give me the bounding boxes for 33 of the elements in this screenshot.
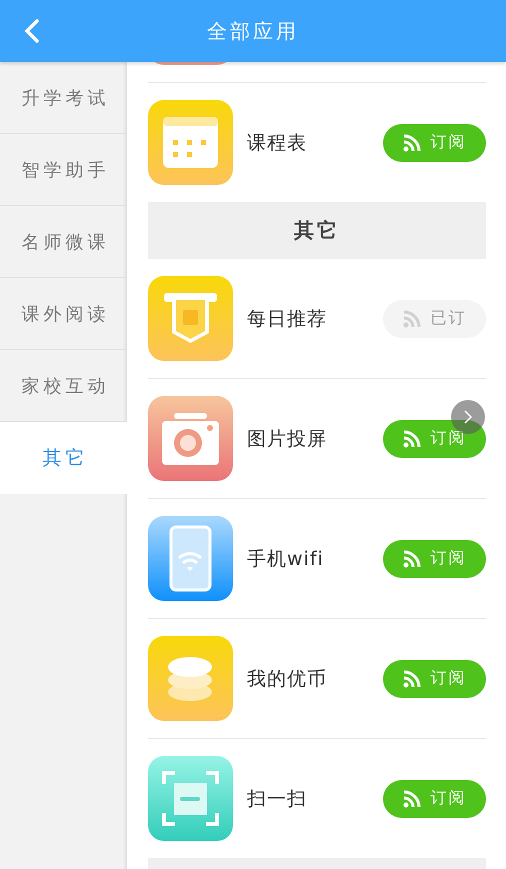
subscribe-button[interactable]: 订阅: [383, 420, 486, 458]
app-name: 课程表: [247, 130, 308, 156]
app-name: 我的优币: [247, 666, 328, 692]
rss-icon: [402, 790, 420, 808]
subscribe-button[interactable]: 订阅: [383, 540, 486, 578]
section-title: 其它: [294, 217, 340, 244]
rss-icon: [402, 134, 420, 152]
subscribe-button[interactable]: 订阅: [383, 124, 486, 162]
subscribe-button[interactable]: 订阅: [383, 780, 486, 818]
rss-icon: [402, 670, 420, 688]
app-name: 每日推荐: [247, 306, 328, 332]
phone-wifi-icon: [148, 516, 233, 601]
rss-icon: [402, 310, 420, 328]
ticket-icon: [148, 276, 233, 361]
app-name: 手机wifi: [247, 546, 325, 572]
camera-icon: [148, 396, 233, 481]
chevron-right-icon: [463, 409, 473, 425]
subscribe-button[interactable]: 已订: [383, 300, 486, 338]
page-title: 全部应用: [207, 18, 299, 44]
calendar-icon: [148, 100, 233, 185]
category-tab[interactable]: 智学助手: [0, 134, 127, 206]
coin-stack-icon: [148, 636, 233, 721]
subscribe-button[interactable]: 订阅: [383, 660, 486, 698]
back-icon: [24, 19, 40, 43]
rss-icon: [402, 430, 420, 448]
app-name: 扫一扫: [247, 786, 308, 812]
category-tab[interactable]: 课外阅读: [0, 278, 127, 350]
category-tab[interactable]: 升学考试: [0, 62, 127, 134]
scan-icon: [148, 756, 233, 841]
app-name: 图片投屏: [247, 426, 328, 452]
rss-icon: [402, 550, 420, 568]
category-tab[interactable]: 名师微课: [0, 206, 127, 278]
category-tab[interactable]: 其它: [0, 422, 127, 494]
